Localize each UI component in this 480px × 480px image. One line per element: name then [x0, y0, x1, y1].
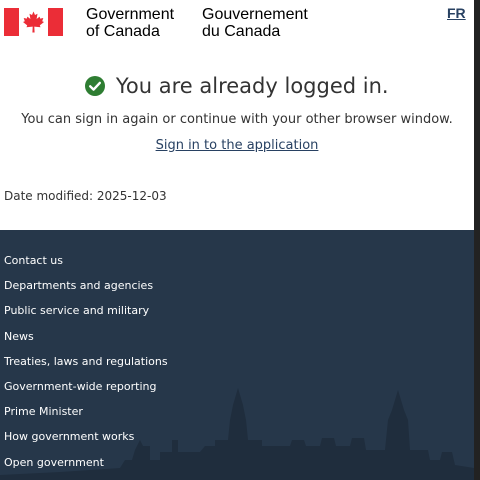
government-signature-fr: Gouvernement du Canada — [202, 6, 308, 40]
footer-link-departments[interactable]: Departments and agencies — [4, 279, 168, 304]
date-modified: Date modified: 2025-12-03 — [4, 189, 167, 203]
site-header: Government of Canada Gouvernement du Can… — [0, 0, 474, 50]
signin-link-container: Sign in to the application — [0, 138, 474, 153]
footer-link-treaties[interactable]: Treaties, laws and regulations — [4, 355, 168, 380]
page-heading: You are already logged in. — [0, 74, 474, 98]
window-edge — [474, 0, 480, 480]
signature-fr-line2: du Canada — [202, 23, 281, 40]
footer-link-contact-us[interactable]: Contact us — [4, 254, 168, 279]
site-footer: Contact us Departments and agencies Publ… — [0, 230, 474, 480]
parliament-skyline-icon — [0, 388, 474, 480]
footer-link-news[interactable]: News — [4, 330, 168, 355]
signature-fr-line1: Gouvernement — [202, 6, 308, 23]
signin-link[interactable]: Sign in to the application — [156, 138, 319, 153]
check-circle-icon — [85, 76, 106, 96]
signature-en-line2: of Canada — [86, 23, 160, 40]
page-title: You are already logged in. — [115, 74, 389, 98]
language-toggle-link[interactable]: FR — [447, 5, 466, 21]
main-content: You are already logged in. You can sign … — [0, 50, 474, 230]
canada-flag-icon — [4, 8, 63, 36]
footer-link-public-service[interactable]: Public service and military — [4, 304, 168, 329]
signature-en-line1: Government — [86, 6, 175, 23]
government-signature-en: Government of Canada — [86, 6, 174, 40]
status-message: You can sign in again or continue with y… — [21, 112, 453, 127]
